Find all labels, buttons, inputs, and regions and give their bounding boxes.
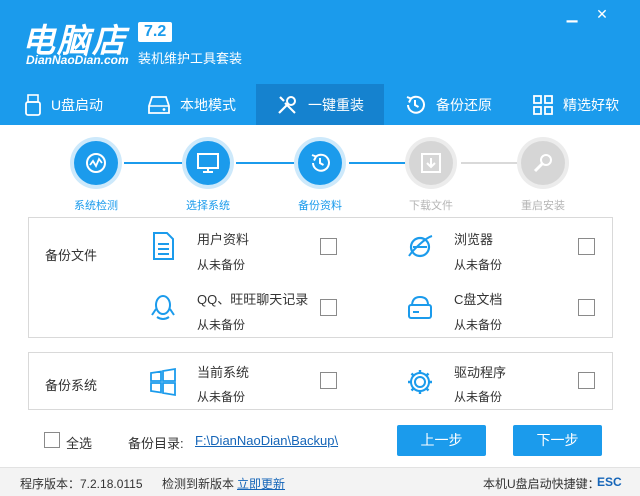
item-status: 从未备份 [197,390,246,404]
restore-icon [311,153,330,172]
step-circle [409,141,453,185]
nav-label: U盘启动 [50,96,104,113]
browser-checkbox[interactable] [578,238,595,255]
backup-dir-link[interactable]: F:\DianNaoDian\Backup\ [195,433,338,448]
nav-label: 备份还原 [436,96,492,113]
gauge-icon [86,153,106,173]
wrench-icon [533,154,552,173]
current-system-checkbox[interactable] [320,372,337,389]
nav-label: 本地模式 [180,96,236,113]
shortcut-label: 本机U盘启动快捷键： [483,477,600,491]
nav-backup-restore[interactable]: 备份还原 [384,84,512,125]
nav-local-mode[interactable]: 本地模式 [128,84,256,125]
item-status: 从未备份 [454,258,503,272]
step-select-system: 选择系统 [158,141,258,213]
c-drive-docs-checkbox[interactable] [578,299,595,316]
qq-chat-checkbox[interactable] [320,299,337,316]
item-title: C盘文档 [454,292,503,307]
item-title: 用户资料 [197,232,250,247]
monitor-icon [197,153,219,173]
update-notice: 检测到新版本 [162,477,235,491]
step-circle [186,141,230,185]
item-status: 从未备份 [197,318,246,332]
program-version: 程序版本：7.2.18.0115 [20,477,143,491]
item-title: QQ、旺旺聊天记录 [197,292,309,307]
step-label: 选择系统 [186,200,230,212]
item-status: 从未备份 [454,318,503,332]
main-nav: U盘启动 本地模式 一键重装 备份还原 精选好软 [0,84,640,125]
item-title: 浏览器 [454,232,494,247]
prev-button[interactable]: 上一步 [397,425,486,456]
step-restart-install: 重启安装 [493,141,593,213]
version-badge: 7.2 [138,22,173,42]
usb-icon [25,93,41,116]
drive-c-icon [408,295,432,319]
browser-icon [408,235,433,258]
nav-label: 精选好软 [563,96,619,113]
step-label: 重启安装 [521,200,565,212]
step-backup-data: 备份资料 [270,141,370,213]
step-download-files: 下载文件 [381,141,481,213]
step-label: 系统检测 [74,200,118,212]
progress-steps: 系统检测 选择系统 备份资料 下载文件 重启安装 [0,125,640,213]
nav-one-click-reinstall[interactable]: 一键重装 [256,84,384,125]
item-status: 从未备份 [454,390,503,404]
restore-icon [406,95,425,114]
item-status: 从未备份 [197,258,246,272]
backup-dir-label: 备份目录: [128,436,184,451]
qq-icon [151,295,175,320]
nav-featured-software[interactable]: 精选好软 [512,84,640,125]
drivers-checkbox[interactable] [578,372,595,389]
windows-icon [150,367,176,397]
select-all-label: 全选 [66,436,93,451]
select-all-checkbox[interactable] [44,432,60,448]
app-tagline: 装机维护工具套装 [138,51,243,66]
apps-grid-icon [533,94,553,115]
gear-icon [408,370,432,394]
section-label: 备份系统 [45,378,98,393]
close-button[interactable]: ✕ [592,4,612,24]
backup-files-panel: 备份文件 用户资料 从未备份 浏览器 从未备份 QQ、旺旺聊天记录 从未备份 C… [28,217,613,338]
backup-system-panel: 备份系统 当前系统 从未备份 驱动程序 从未备份 [28,352,613,410]
update-now-link[interactable]: 立即更新 [237,475,285,492]
hard-drive-icon [148,95,170,114]
next-button[interactable]: 下一步 [513,425,602,456]
step-circle [74,141,118,185]
nav-usb-boot[interactable]: U盘启动 [0,84,128,125]
step-system-check: 系统检测 [46,141,146,213]
step-label: 下载文件 [409,200,453,212]
wrench-screwdriver-icon [278,95,296,114]
minimize-button[interactable]: ▁ [562,4,582,24]
download-icon [421,153,441,173]
item-title: 驱动程序 [454,365,507,380]
item-title: 当前系统 [197,365,250,380]
shortcut-key: ESC [597,475,622,489]
document-icon [153,232,174,260]
nav-label: 一键重装 [308,96,364,113]
step-circle [521,141,565,185]
status-bar: 程序版本：7.2.18.0115 检测到新版本 立即更新 本机U盘启动快捷键： … [0,467,640,496]
section-label: 备份文件 [45,248,98,263]
user-data-checkbox[interactable] [320,238,337,255]
app-logo-sub: DianNaoDian.com [26,53,129,67]
step-label: 备份资料 [298,200,342,212]
step-circle [298,141,342,185]
